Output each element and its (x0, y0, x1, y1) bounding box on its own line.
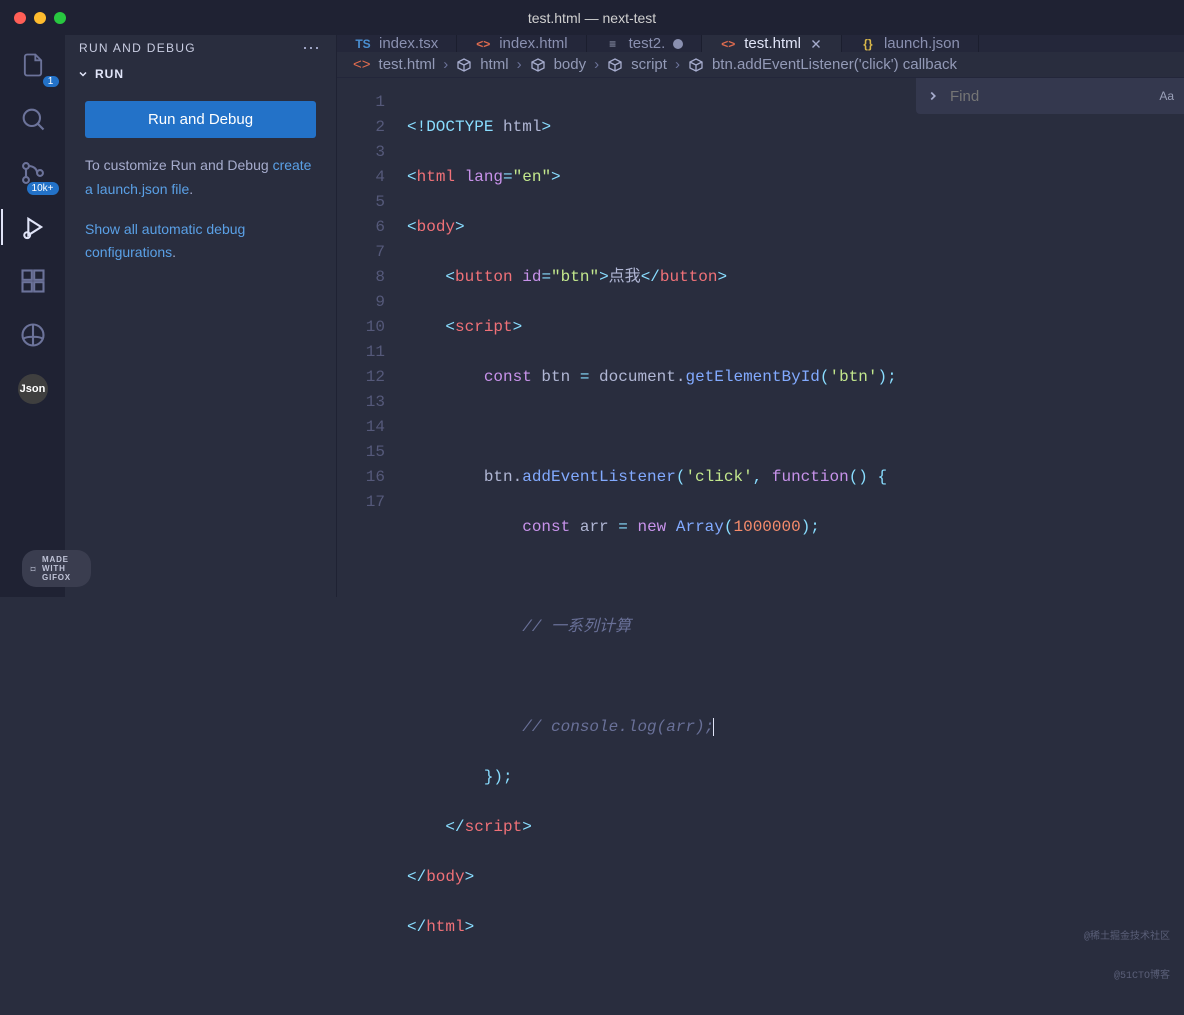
sidebar: RUN AND DEBUG ⋯ RUN Run and Debug To cus… (65, 35, 337, 597)
tab-label: index.tsx (379, 35, 438, 52)
tab-test2[interactable]: ≡ test2. (587, 35, 703, 52)
chevron-right-icon[interactable] (926, 89, 940, 103)
run-and-debug-button[interactable]: Run and Debug (85, 101, 316, 138)
symbol-icon (530, 57, 546, 73)
activity-bar: 1 10k+ Json MADE WITH GIFOX (0, 35, 65, 597)
minimize-window-button[interactable] (34, 12, 46, 24)
customize-text: To customize Run and Debug create a laun… (85, 154, 316, 202)
window-title: test.html — next-test (528, 10, 656, 26)
sidebar-more-icon[interactable]: ⋯ (302, 43, 322, 53)
chevron-right-icon: › (517, 56, 522, 73)
find-widget[interactable]: Aa (916, 78, 1184, 114)
gifox-badge: MADE WITH GIFOX (22, 550, 91, 587)
tab-label: test.html (744, 35, 801, 52)
run-debug-icon[interactable] (17, 211, 49, 243)
extensions-icon[interactable] (17, 265, 49, 297)
json-file-icon: {} (860, 36, 876, 52)
explorer-badge: 1 (43, 76, 59, 87)
tab-launch-json[interactable]: {} launch.json (842, 35, 979, 52)
run-section-header[interactable]: RUN (65, 61, 336, 87)
tab-label: index.html (499, 35, 567, 52)
tab-bar: TS index.tsx <> index.html ≡ test2. <> t… (337, 35, 1184, 52)
close-window-button[interactable] (14, 12, 26, 24)
maximize-window-button[interactable] (54, 12, 66, 24)
scm-badge: 10k+ (27, 182, 59, 195)
json-tool-icon[interactable]: Json (17, 373, 49, 405)
breadcrumb-item[interactable]: body (554, 56, 587, 73)
symbol-icon (456, 57, 472, 73)
search-icon[interactable] (17, 103, 49, 135)
run-section-label: RUN (95, 67, 124, 81)
match-case-toggle[interactable]: Aa (1159, 89, 1174, 103)
breadcrumb-item[interactable]: btn.addEventListener('click') callback (712, 56, 957, 73)
ts-file-icon: TS (355, 36, 371, 52)
sidebar-title: RUN AND DEBUG (79, 41, 196, 55)
chevron-right-icon: › (443, 56, 448, 73)
text-file-icon: ≡ (605, 36, 621, 52)
breadcrumb-item[interactable]: script (631, 56, 667, 73)
show-auto-text: Show all automatic debug configurations. (85, 218, 316, 266)
breadcrumb[interactable]: <> test.html › html › body › script › bt… (337, 52, 1184, 78)
tab-index-tsx[interactable]: TS index.tsx (337, 35, 457, 52)
chevron-right-icon: › (675, 56, 680, 73)
explorer-icon[interactable]: 1 (17, 49, 49, 81)
find-input[interactable] (950, 88, 1149, 105)
traffic-lights (0, 12, 66, 24)
chevron-right-icon: › (594, 56, 599, 73)
sidebar-header: RUN AND DEBUG ⋯ (65, 35, 336, 61)
symbol-icon (607, 57, 623, 73)
close-icon[interactable] (809, 37, 823, 51)
breadcrumb-item[interactable]: test.html (379, 56, 436, 73)
titlebar: test.html — next-test (0, 0, 1184, 35)
watermark: @稀土掘金技术社区 @51CTO博客 (1084, 905, 1170, 1009)
tab-test-html[interactable]: <> test.html (702, 35, 842, 52)
source-control-icon[interactable]: 10k+ (17, 157, 49, 189)
symbol-icon (688, 57, 704, 73)
breadcrumb-item[interactable]: html (480, 56, 508, 73)
line-number-gutter: 123 456 789 101112 131415 1617 (337, 78, 407, 1015)
tab-label: test2. (629, 35, 666, 52)
tab-label: launch.json (884, 35, 960, 52)
chevron-down-icon (77, 68, 89, 80)
html-file-icon: <> (720, 36, 736, 52)
editor-area: TS index.tsx <> index.html ≡ test2. <> t… (337, 35, 1184, 597)
tab-index-html[interactable]: <> index.html (457, 35, 586, 52)
html-file-icon: <> (353, 56, 371, 73)
dirty-indicator-icon (673, 39, 683, 49)
html-file-icon: <> (475, 36, 491, 52)
remote-icon[interactable] (17, 319, 49, 351)
show-auto-config-link[interactable]: Show all automatic debug configurations (85, 221, 245, 261)
code-editor[interactable]: <!DOCTYPE html> <html lang="en"> <body> … (407, 78, 1184, 1015)
